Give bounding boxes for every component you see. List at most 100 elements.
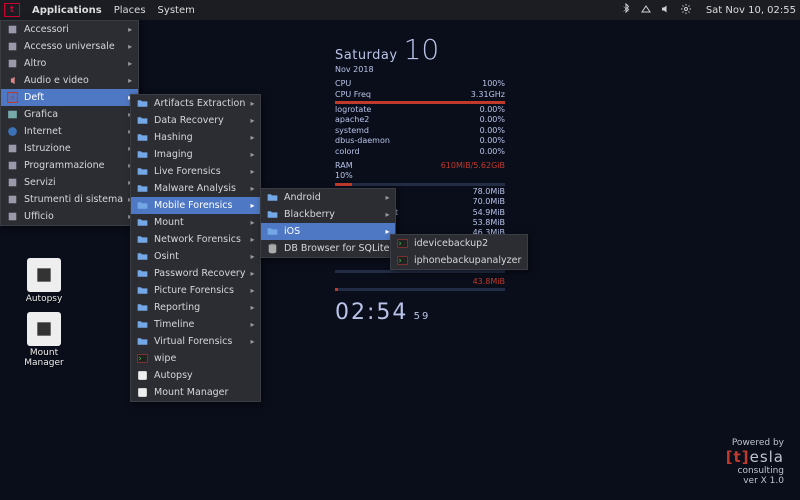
apps-icon [5,57,19,71]
chevron-right-icon: ▸ [128,59,132,68]
network-icon[interactable] [640,3,652,18]
menu-item-reporting[interactable]: Reporting▸ [131,299,260,316]
app-icon [27,312,61,346]
folder-icon [135,301,149,315]
menu-item-iphonebackupanalyzer[interactable]: iphonebackupanalyzer [391,252,527,269]
brand-logo: [t]esla [726,448,784,466]
desktop-icon-autopsy[interactable]: Autopsy [14,258,74,304]
menu-item-data-recovery[interactable]: Data Recovery▸ [131,112,260,129]
proc-value: 0.00% [480,105,505,115]
ram-percent: 10% [335,171,353,181]
menu-item-db-browser-for-sqlite[interactable]: DB Browser for SQLite [261,240,395,257]
monitor-row: logrotate 0.00% [335,105,505,115]
settings-icon[interactable] [680,3,692,18]
menu-item-label: Strumenti di sistema [24,194,123,205]
proc-value: 0.00% [480,136,505,146]
folder-icon [265,225,279,239]
folder-icon [135,318,149,332]
menu-item-timeline[interactable]: Timeline▸ [131,316,260,333]
folder-icon [135,335,149,349]
volume-icon[interactable] [660,3,672,18]
menu-item-altro[interactable]: Altro▸ [1,55,138,72]
menu-item-label: Ufficio [24,211,123,222]
menu-item-hashing[interactable]: Hashing▸ [131,129,260,146]
desktop-icon-label: Mount Manager [14,348,74,368]
menu-item-label: Timeline [154,319,245,330]
monitor-row: systemd0.00% [335,126,505,136]
audio-icon [5,74,19,88]
menu-item-label: Deft [24,92,123,103]
menu-item-audio-e-video[interactable]: Audio e video▸ [1,72,138,89]
menu-item-internet[interactable]: Internet▸ [1,123,138,140]
monitor-row: dbus-daemon0.00% [335,136,505,146]
applications-menu: Accessori▸Accesso universale▸Altro▸Audio… [0,20,139,226]
menu-item-mobile-forensics[interactable]: Mobile Forensics▸ [131,197,260,214]
menu-item-grafica[interactable]: Grafica▸ [1,106,138,123]
menu-item-label: Picture Forensics [154,285,245,296]
menu-item-accessori[interactable]: Accessori▸ [1,21,138,38]
menu-item-password-recovery[interactable]: Password Recovery▸ [131,265,260,282]
menu-item-autopsy[interactable]: Autopsy [131,367,260,384]
distro-logo[interactable]: t [4,3,20,17]
proc-value: 0.00% [480,147,505,157]
ram-label: RAM [335,161,353,171]
menu-item-blackberry[interactable]: Blackberry▸ [261,206,395,223]
menu-item-label: idevicebackup2 [414,238,521,249]
menu-item-android[interactable]: Android▸ [261,189,395,206]
menu-item-label: Autopsy [154,370,254,381]
proc-name: colord [335,147,360,157]
powered-by-label: Powered by [726,438,784,448]
chevron-right-icon: ▸ [385,193,389,202]
folder-icon [135,148,149,162]
menu-item-mount[interactable]: Mount▸ [131,214,260,231]
desktop-icon-mount-manager[interactable]: Mount Manager [14,312,74,368]
folder-icon [135,97,149,111]
menu-item-osint[interactable]: Osint▸ [131,248,260,265]
menu-item-malware-analysis[interactable]: Malware Analysis▸ [131,180,260,197]
code-icon [5,159,19,173]
monitor-month: Nov [335,65,351,74]
menu-item-picture-forensics[interactable]: Picture Forensics ▸ [131,282,260,299]
folder-icon [135,284,149,298]
menu-item-label: Imaging [154,149,245,160]
menu-item-accesso-universale[interactable]: Accesso universale▸ [1,38,138,55]
proc-name: systemd [335,126,369,136]
menu-item-label: iOS [284,226,380,237]
menu-item-label: Mount [154,217,245,228]
menu-item-artifacts-extraction[interactable]: Artifacts Extraction▸ [131,95,260,112]
menu-item-servizi[interactable]: Servizi▸ [1,174,138,191]
term-icon [395,237,409,251]
folder-icon [265,191,279,205]
menu-item-ios[interactable]: iOS▸ [261,223,395,240]
bluetooth-icon[interactable] [620,3,632,18]
mobile-forensics-submenu: Android▸Blackberry▸iOS▸DB Browser for SQ… [260,188,396,258]
menu-item-imaging[interactable]: Imaging▸ [131,146,260,163]
menu-item-programmazione[interactable]: Programmazione▸ [1,157,138,174]
proc-name: logrotate [335,105,371,115]
menu-item-istruzione[interactable]: Istruzione▸ [1,140,138,157]
menu-item-idevicebackup2[interactable]: idevicebackup2 [391,235,527,252]
menu-item-label: Artifacts Extraction [154,98,245,109]
panel-clock[interactable]: Sat Nov 10, 02:55 [706,5,796,16]
menu-item-strumenti-di-sistema[interactable]: Strumenti di sistema▸ [1,191,138,208]
deft-icon: d [5,91,19,105]
menu-item-deft[interactable]: dDeft▸ [1,89,138,106]
menu-item-virtual-forensics[interactable]: Virtual Forensics▸ [131,333,260,350]
menu-item-label: Live Forensics [154,166,245,177]
menu-item-label: Network Forensics [154,234,245,245]
menu-item-network-forensics[interactable]: Network Forensics ▸ [131,231,260,248]
puzzle-icon [5,23,19,37]
panel-menu-places[interactable]: Places [108,5,152,16]
net-bar [335,288,505,291]
menu-item-label: Programmazione [24,160,123,171]
menu-item-wipe[interactable]: wipe [131,350,260,367]
panel-menu-applications[interactable]: Applications [26,5,108,16]
panel-menu-system[interactable]: System [152,5,201,16]
chevron-right-icon: ▸ [250,235,254,244]
chevron-right-icon: ▸ [250,286,254,295]
net-value: 43.8MiB [473,277,505,287]
menu-item-ufficio[interactable]: Ufficio▸ [1,208,138,225]
top-panel: t Applications Places System Sat Nov 10,… [0,0,800,20]
menu-item-live-forensics[interactable]: Live Forensics▸ [131,163,260,180]
menu-item-mount-manager[interactable]: Mount Manager [131,384,260,401]
